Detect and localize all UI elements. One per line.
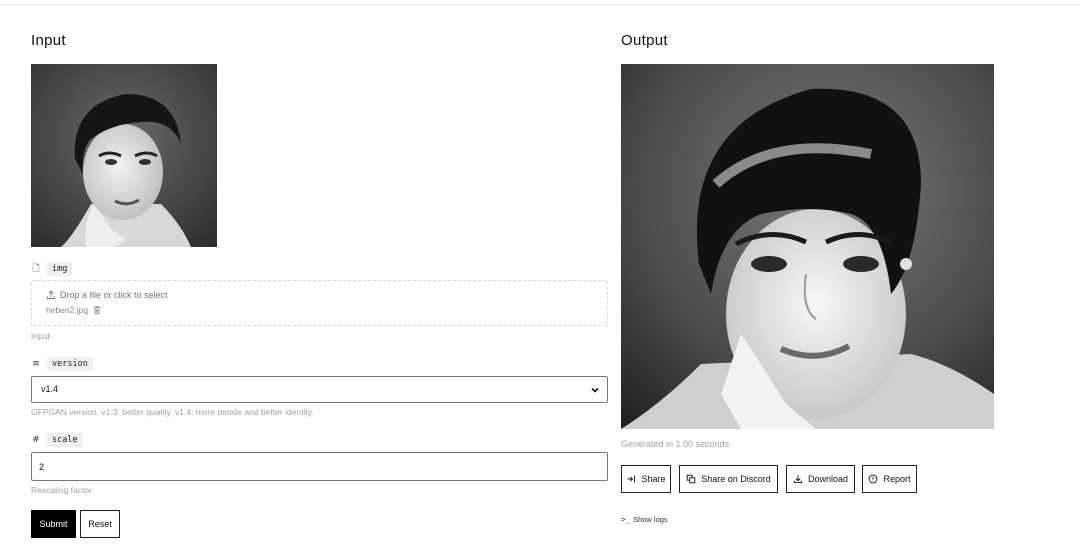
scale-input[interactable] — [31, 452, 608, 481]
scale-field-name: scale — [47, 433, 83, 447]
version-help: GFPGAN version. v1.3: better quality. v1… — [31, 407, 314, 417]
report-button[interactable]: Report — [862, 465, 917, 493]
share-discord-label: Share on Discord — [701, 474, 771, 484]
generation-time: Generated in 1.00 seconds — [621, 439, 730, 449]
input-image-preview — [31, 64, 217, 247]
version-select[interactable]: v1.4 — [31, 376, 608, 403]
version-field-name: version — [47, 357, 93, 371]
input-title: Input — [31, 32, 66, 49]
show-logs-label: Show logs — [633, 515, 668, 524]
scale-help: Rescaling factor — [31, 485, 92, 495]
file-icon: 🗋 — [32, 264, 40, 274]
input-panel: Input 🗋 img Drop a file or click to sele… — [31, 30, 608, 538]
submit-button[interactable]: Submit — [31, 510, 76, 538]
terminal-icon: >_ — [621, 515, 631, 524]
upload-icon — [47, 290, 55, 299]
img-field-label: 🗋 img — [31, 261, 73, 277]
list-icon: ≡ — [32, 359, 40, 369]
download-button[interactable]: Download — [786, 465, 855, 493]
share-button[interactable]: Share — [621, 465, 671, 493]
download-icon — [794, 475, 802, 484]
share-icon — [627, 475, 636, 483]
output-image — [621, 64, 994, 429]
report-label: Report — [883, 474, 911, 484]
img-field-name: img — [47, 262, 73, 276]
version-selected-value: v1.4 — [41, 384, 59, 394]
copy-icon — [686, 474, 696, 484]
output-panel: Output Generated in 1.00 seconds Share S… — [621, 30, 1041, 524]
reset-button[interactable]: Reset — [80, 510, 120, 538]
scale-field-label: # scale — [31, 433, 83, 447]
hash-icon: # — [32, 435, 40, 445]
drop-hint: Drop a file or click to select — [46, 290, 168, 300]
drop-hint-text: Drop a file or click to select — [60, 290, 168, 300]
file-dropzone[interactable]: Drop a file or click to select heben2.jp… — [31, 280, 608, 326]
show-logs-toggle[interactable]: >_ Show logs — [621, 515, 668, 524]
share-discord-button[interactable]: Share on Discord — [679, 465, 778, 493]
version-field-label: ≡ version — [31, 357, 93, 371]
download-label: Download — [807, 474, 849, 484]
info-icon — [869, 474, 878, 484]
share-label: Share — [641, 474, 666, 484]
top-divider — [0, 4, 1080, 5]
img-help: Input — [31, 331, 50, 341]
output-title: Output — [621, 32, 668, 49]
trash-icon[interactable] — [92, 305, 102, 315]
selected-file: heben2.jpg — [46, 305, 102, 315]
file-name: heben2.jpg — [46, 305, 89, 315]
chevron-down-icon — [591, 387, 599, 393]
